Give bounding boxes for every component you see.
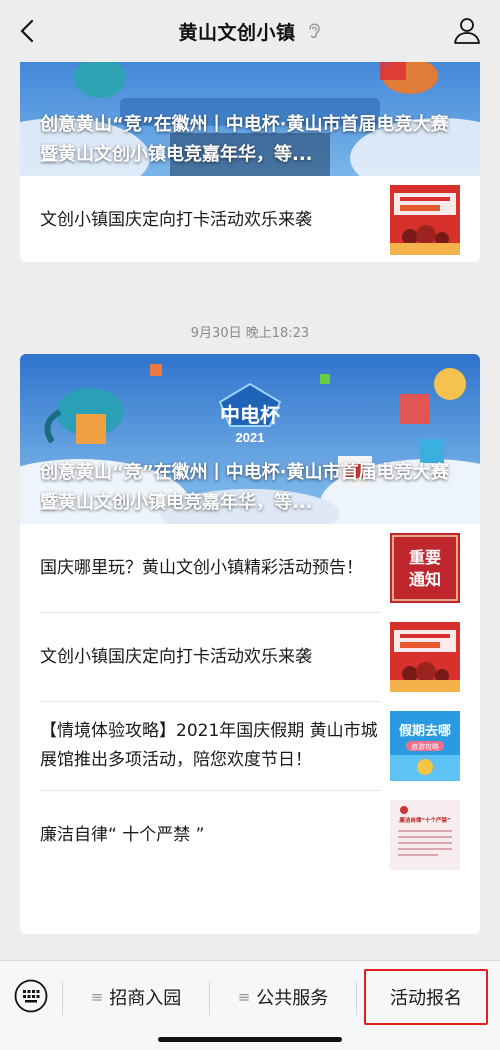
cover-year-text: 2021 bbox=[236, 430, 265, 445]
title-group: 黄山文创小镇 bbox=[178, 18, 321, 45]
list-item-title: 文创小镇国庆定向打卡活动欢乐来袭 bbox=[40, 646, 312, 667]
page-title: 黄山文创小镇 bbox=[178, 21, 296, 44]
list-item[interactable]: 【情境体验攻略】2021年国庆假期 黄山市城展馆推出多项活动，陪您欢度节日！ 假… bbox=[20, 702, 480, 790]
home-indicator[interactable] bbox=[158, 1037, 342, 1042]
list-item[interactable]: 文创小镇国庆定向打卡活动欢乐来袭 bbox=[20, 613, 480, 701]
article-thumbnail bbox=[390, 622, 460, 692]
menu-list-icon: ≡ bbox=[90, 988, 104, 1006]
cover-title: 创意黄山“竞”在徽州丨中电杯·黄山市首届电竞大赛暨黄山文创小镇电竞嘉年华，等..… bbox=[40, 462, 449, 513]
menu-list-icon: ≡ bbox=[237, 988, 251, 1006]
cover-badge-text: 中电杯 bbox=[220, 403, 280, 427]
list-item-title: 廉洁自律“ 十个严禁 ” bbox=[40, 824, 205, 845]
menu-button-investment[interactable]: ≡ 招商入园 bbox=[63, 975, 209, 1019]
thumb-text-line2: 通知 bbox=[409, 570, 441, 589]
menu-button-label: 公共服务 bbox=[256, 988, 329, 1009]
article-cover[interactable]: 创意黄山“竞”在徽州丨中电杯·黄山市首届电竞大赛暨黄山文创小镇电竞嘉年华，等..… bbox=[20, 62, 480, 176]
bottom-menu-bar: ≡ 招商入园 ≡ 公共服务 活动报名 bbox=[0, 960, 500, 1050]
article-thumbnail: 廉洁自律“十个严禁” bbox=[390, 800, 460, 870]
list-item[interactable]: 国庆哪里玩？黄山文创小镇精彩活动预告！ 重要 通知 bbox=[20, 524, 480, 612]
cover-title: 创意黄山“竞”在徽州丨中电杯·黄山市首届电竞大赛暨黄山文创小镇电竞嘉年华，等..… bbox=[40, 114, 449, 165]
message-timestamp: 9月30日 晚上18:23 bbox=[190, 326, 310, 341]
article-thumbnail bbox=[390, 185, 460, 255]
keyboard-icon[interactable] bbox=[14, 979, 48, 1013]
list-item[interactable]: 廉洁自律“ 十个严禁 ” 廉洁自律“十个严禁” bbox=[20, 791, 480, 879]
article-cover[interactable]: 中电杯 2021 创意黄山“竞”在徽州丨中电杯·黄山市首届电竞大赛暨黄山文创小镇… bbox=[20, 354, 480, 524]
profile-icon[interactable] bbox=[452, 15, 482, 45]
article-thumbnail: 假期去哪 旅游攻略 bbox=[390, 711, 460, 781]
highlight-box bbox=[364, 969, 488, 1025]
list-item-title: 国庆哪里玩？黄山文创小镇精彩活动预告！ bbox=[40, 557, 363, 578]
list-item-title: 文创小镇国庆定向打卡活动欢乐来袭 bbox=[40, 209, 312, 230]
listen-ear-icon[interactable] bbox=[306, 22, 322, 40]
message-feed[interactable]: 创意黄山“竞”在徽州丨中电杯·黄山市首届电竞大赛暨黄山文创小镇电竞嘉年华，等..… bbox=[0, 62, 500, 960]
thumb-subtext: 旅游攻略 bbox=[411, 742, 439, 751]
back-arrow-icon[interactable] bbox=[14, 17, 42, 45]
article-card: 中电杯 2021 创意黄山“竞”在徽州丨中电杯·黄山市首届电竞大赛暨黄山文创小镇… bbox=[20, 354, 480, 934]
menu-button-label: 招商入园 bbox=[109, 988, 182, 1009]
thumb-text: 廉洁自律“十个严禁” bbox=[398, 816, 451, 824]
article-thumbnail: 重要 通知 bbox=[390, 533, 460, 603]
article-card: 创意黄山“竞”在徽州丨中电杯·黄山市首届电竞大赛暨黄山文创小镇电竞嘉年华，等..… bbox=[20, 62, 480, 262]
thumb-text-line1: 重要 bbox=[409, 548, 441, 567]
thumb-text: 假期去哪 bbox=[399, 723, 451, 739]
list-item[interactable]: 文创小镇国庆定向打卡活动欢乐来袭 bbox=[20, 176, 480, 262]
list-item-title: 【情境体验攻略】2021年国庆假期 黄山市城展馆推出多项活动，陪您欢度节日！ bbox=[40, 721, 378, 770]
menu-button-public-services[interactable]: ≡ 公共服务 bbox=[210, 975, 356, 1019]
top-nav-bar: 黄山文创小镇 bbox=[0, 0, 500, 62]
